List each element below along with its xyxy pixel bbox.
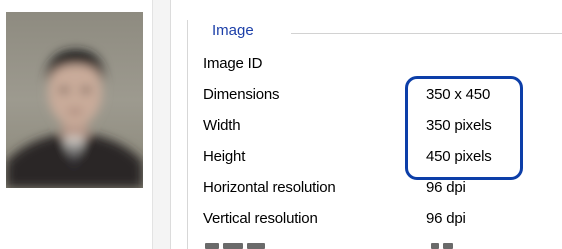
property-label: Width: [203, 117, 241, 134]
property-row-vertical-resolution[interactable]: Vertical resolution 96 dpi: [203, 205, 562, 233]
highlight-annotation: [405, 76, 523, 180]
properties-panel: Image Image ID Dimensions 350 x 450 Widt…: [171, 0, 562, 249]
group-divider: [291, 33, 562, 34]
pane-splitter[interactable]: [153, 0, 170, 249]
property-row-image-id[interactable]: Image ID: [203, 50, 562, 78]
person-photo-icon: [6, 12, 143, 188]
group-border: [187, 20, 188, 249]
property-label: Vertical resolution: [203, 210, 318, 227]
image-thumbnail[interactable]: [6, 12, 143, 188]
property-label: Image ID: [203, 55, 263, 72]
property-label: Dimensions: [203, 86, 280, 103]
property-row-partial[interactable]: [203, 236, 562, 249]
property-value: 96 dpi: [426, 210, 466, 227]
property-label: Horizontal resolution: [203, 179, 336, 196]
property-label: Height: [203, 148, 246, 165]
group-title-image: Image: [212, 22, 254, 39]
